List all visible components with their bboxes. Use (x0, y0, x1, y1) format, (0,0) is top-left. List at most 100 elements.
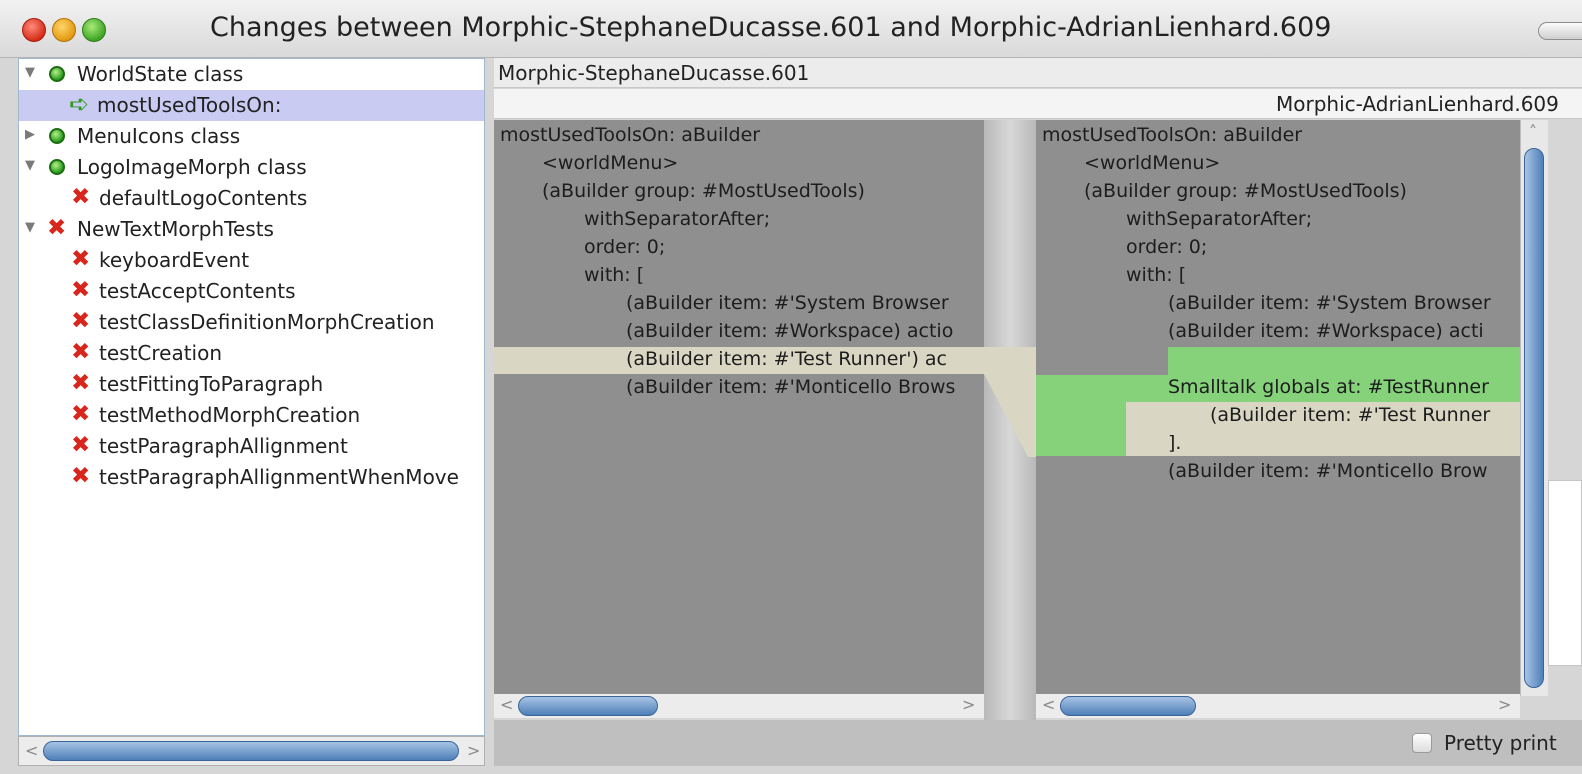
right-pane-horizontal-scrollbar[interactable]: < > (1036, 694, 1520, 718)
tree-item[interactable]: ✖ defaultLogoContents (19, 183, 484, 214)
tree-item-label: keyboardEvent (99, 248, 250, 272)
code-line: mostUsedToolsOn: aBuilder (500, 124, 761, 146)
scroll-right-icon[interactable]: > (1498, 695, 1511, 714)
code-line: (aBuilder group: #MostUsedTools) (542, 180, 865, 202)
tree-item[interactable]: ✖ testFittingToParagraph (19, 369, 484, 400)
code-line: (aBuilder item: #'Test Runner (1210, 404, 1491, 426)
tree-item[interactable]: ✖ testAcceptContents (19, 276, 484, 307)
added-line-highlight (1036, 375, 1168, 402)
code-line: (aBuilder item: #'System Browser (1168, 292, 1491, 314)
removed-x-icon: ✖ (71, 277, 91, 303)
removed-x-icon: ✖ (71, 463, 91, 489)
pretty-print-checkbox[interactable] (1412, 733, 1432, 753)
tree-item[interactable]: ✖ testParagraphAllignment (19, 431, 484, 462)
code-line: (aBuilder item: #'System Browser (626, 292, 949, 314)
diff-footer: Pretty print (494, 720, 1582, 766)
tree-item-selected[interactable]: ➪ mostUsedToolsOn: (19, 90, 484, 121)
minimize-window-button[interactable] (52, 18, 76, 42)
pretty-print-label[interactable]: Pretty print (1444, 731, 1557, 755)
disclosure-expanded-icon[interactable]: ▼ (25, 65, 35, 80)
code-line: <worldMenu> (542, 152, 679, 174)
code-line: Smalltalk globals at: #TestRunner (1168, 376, 1489, 398)
removed-x-icon: ✖ (71, 339, 91, 365)
tree-item-label: testParagraphAllignment (99, 434, 348, 458)
right-version-label: Morphic-AdrianLienhard.609 (1276, 92, 1559, 116)
tree-item-label: defaultLogoContents (99, 186, 308, 210)
zoom-window-button[interactable] (82, 18, 106, 42)
tree-item-label: testClassDefinitionMorphCreation (99, 310, 435, 334)
left-code-pane[interactable]: mostUsedToolsOn: aBuilder <worldMenu> (a… (494, 120, 984, 696)
code-line: (aBuilder item: #'Monticello Brow (1168, 460, 1488, 482)
removed-x-icon: ✖ (71, 432, 91, 458)
disclosure-expanded-icon[interactable]: ▼ (25, 158, 35, 173)
removed-x-icon: ✖ (71, 246, 91, 272)
tree-item[interactable]: ▼ LogoImageMorph class (19, 152, 484, 183)
scroll-left-icon[interactable]: < (25, 741, 38, 760)
right-code-pane[interactable]: mostUsedToolsOn: aBuilder <worldMenu> (a… (1036, 120, 1520, 696)
tree-item-label: testFittingToParagraph (99, 372, 324, 396)
code-line: (aBuilder item: #Workspace) actio (626, 320, 954, 342)
removed-x-icon: ✖ (71, 308, 91, 334)
tree-item[interactable]: ✖ testClassDefinitionMorphCreation (19, 307, 484, 338)
removed-x-icon: ✖ (71, 370, 91, 396)
tree-item-label: testAcceptContents (99, 279, 296, 303)
removed-x-icon: ✖ (71, 184, 91, 210)
tree-item[interactable]: ✖ testCreation (19, 338, 484, 369)
tree-item-label: NewTextMorphTests (77, 217, 274, 241)
tree-item[interactable]: ▼ ✖ NewTextMorphTests (19, 214, 484, 245)
code-line: (aBuilder group: #MostUsedTools) (1084, 180, 1407, 202)
disclosure-collapsed-icon[interactable]: ▶ (25, 127, 35, 142)
tree-item-label: testParagraphAllignmentWhenMove (99, 465, 459, 489)
code-vertical-scrollbar[interactable]: ˄ (1520, 120, 1548, 696)
code-line: with: [ (584, 264, 645, 286)
left-pane-horizontal-scrollbar[interactable]: < > (494, 694, 984, 718)
code-line: with: [ (1126, 264, 1187, 286)
scrollbar-thumb[interactable] (1060, 696, 1196, 716)
disclosure-expanded-icon[interactable]: ▼ (25, 220, 35, 235)
status-ok-icon (49, 66, 65, 82)
tree-item-label: MenuIcons class (77, 124, 241, 148)
right-version-header: Morphic-AdrianLienhard.609 (494, 89, 1582, 119)
tree-item-label: testCreation (99, 341, 223, 365)
tree-item[interactable]: ✖ testParagraphAllignmentWhenMove (19, 462, 484, 493)
code-line: (aBuilder item: #Workspace) acti (1168, 320, 1484, 342)
added-line-highlight (1036, 402, 1126, 456)
code-line: (aBuilder item: #'Monticello Brows (626, 376, 956, 398)
tree-horizontal-scrollbar[interactable]: < > (18, 736, 485, 766)
code-line: withSeparatorAfter; (584, 208, 771, 230)
left-version-header: Morphic-StephaneDucasse.601 (494, 58, 1582, 88)
scroll-right-icon[interactable]: > (467, 741, 480, 760)
scroll-up-icon[interactable]: ˄ (1529, 122, 1537, 141)
code-line: order: 0; (1126, 236, 1208, 258)
code-line: <worldMenu> (1084, 152, 1221, 174)
window-titlebar: Changes between Morphic-StephaneDucasse.… (0, 0, 1582, 58)
toolbar-toggle-button[interactable] (1538, 22, 1582, 40)
tree-item[interactable]: ▶ MenuIcons class (19, 121, 484, 152)
diff-connector (984, 347, 1036, 457)
side-panel (1548, 480, 1582, 666)
tree-item[interactable]: ✖ keyboardEvent (19, 245, 484, 276)
scroll-left-icon[interactable]: < (1042, 695, 1055, 714)
close-window-button[interactable] (22, 18, 46, 42)
code-line: order: 0; (584, 236, 666, 258)
scroll-right-icon[interactable]: > (962, 695, 975, 714)
tree-item-label: testMethodMorphCreation (99, 403, 361, 427)
tree-item[interactable]: ▼ WorldState class (19, 59, 484, 90)
left-version-label: Morphic-StephaneDucasse.601 (498, 61, 810, 85)
tree-item-label: WorldState class (77, 62, 244, 86)
window-title: Changes between Morphic-StephaneDucasse.… (210, 12, 1332, 43)
tree-item[interactable]: ✖ testMethodMorphCreation (19, 400, 484, 431)
status-ok-icon (49, 159, 65, 175)
code-line: (aBuilder item: #'Test Runner') ac (626, 348, 947, 370)
scrollbar-thumb[interactable] (43, 741, 459, 761)
scrollbar-thumb[interactable] (1524, 148, 1544, 688)
code-line: ]. (1168, 432, 1182, 454)
changes-tree[interactable]: ▼ WorldState class ➪ mostUsedToolsOn: ▶ … (18, 58, 485, 736)
changed-arrow-icon: ➪ (69, 90, 90, 118)
tree-item-label: LogoImageMorph class (77, 155, 307, 179)
scrollbar-thumb[interactable] (518, 696, 658, 716)
scroll-left-icon[interactable]: < (500, 695, 513, 714)
removed-x-icon: ✖ (47, 215, 67, 241)
tree-item-label: mostUsedToolsOn: (97, 93, 282, 117)
diff-gutter (984, 120, 1036, 720)
